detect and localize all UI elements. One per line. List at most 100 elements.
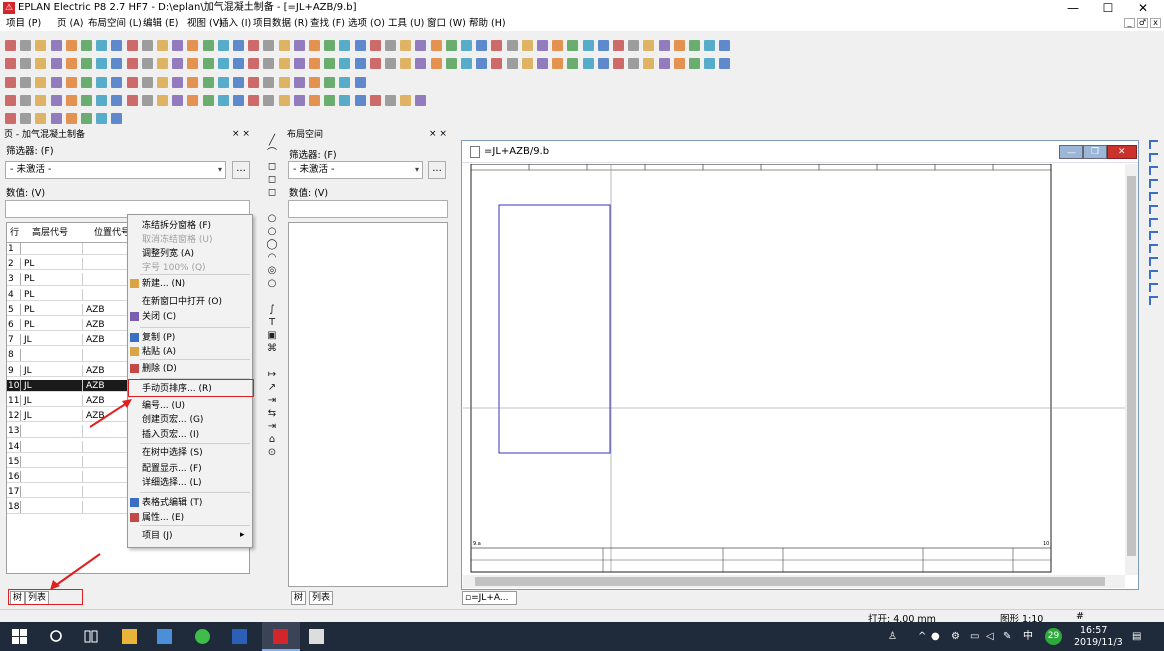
drawing-canvas[interactable]: 9.a 10 bbox=[463, 164, 1125, 575]
minimize-button[interactable]: — bbox=[1058, 0, 1088, 16]
higher-level-cell[interactable] bbox=[22, 471, 83, 483]
connection-symbol-icon[interactable] bbox=[1149, 179, 1158, 188]
toolbar-tool-icon[interactable] bbox=[613, 40, 624, 51]
doc-close-button[interactable]: ✕ bbox=[1107, 145, 1137, 159]
context-menu-item[interactable]: 配置显示... (F) bbox=[142, 463, 202, 475]
toolbar-tool-icon[interactable] bbox=[673, 58, 685, 69]
context-menu-item[interactable]: 删除 (D) bbox=[142, 363, 177, 375]
toolbar-tool-icon[interactable] bbox=[369, 40, 381, 51]
toolbar-tool-icon[interactable] bbox=[111, 113, 123, 124]
connection-symbol-icon[interactable] bbox=[1149, 296, 1158, 305]
insert-tool-icon[interactable]: ╱ bbox=[266, 135, 278, 146]
doc-horizontal-scrollbar[interactable] bbox=[463, 575, 1125, 588]
toolbar-tool-icon[interactable] bbox=[263, 95, 275, 106]
search-icon[interactable] bbox=[49, 629, 64, 644]
toolbar-tool-icon[interactable] bbox=[430, 40, 442, 51]
toolbar-tool-icon[interactable] bbox=[491, 58, 503, 69]
toolbar-tool-icon[interactable] bbox=[689, 40, 700, 51]
toolbar-tool-icon[interactable] bbox=[81, 77, 92, 88]
toolbar-tool-icon[interactable] bbox=[278, 95, 290, 106]
file-explorer-icon[interactable] bbox=[122, 629, 137, 644]
higher-level-cell[interactable] bbox=[22, 243, 83, 255]
toolbar-tool-icon[interactable] bbox=[157, 95, 168, 106]
insert-tool-icon[interactable]: ⊙ bbox=[266, 447, 278, 458]
row-number-cell[interactable]: 15 bbox=[7, 455, 21, 468]
toolbar-tool-icon[interactable] bbox=[187, 40, 199, 51]
toolbar-tool-icon[interactable] bbox=[35, 77, 47, 88]
toolbar-tool-icon[interactable] bbox=[35, 95, 47, 106]
task-view-icon[interactable] bbox=[83, 629, 98, 644]
toolbar-tool-icon[interactable] bbox=[187, 77, 199, 88]
toolbar-tool-icon[interactable] bbox=[385, 95, 396, 106]
battery-icon[interactable]: ▭ bbox=[970, 630, 979, 643]
toolbar-tool-icon[interactable] bbox=[263, 40, 275, 51]
row-number-cell[interactable]: 17 bbox=[7, 486, 21, 498]
toolbar-tool-icon[interactable] bbox=[324, 40, 336, 51]
menu-options[interactable]: 选项 (O) bbox=[348, 17, 385, 30]
toolbar-tool-icon[interactable] bbox=[5, 113, 16, 124]
close-button[interactable]: ✕ bbox=[1128, 0, 1158, 16]
people-icon[interactable]: ♙ bbox=[888, 630, 897, 643]
toolbar-tool-icon[interactable] bbox=[521, 40, 533, 51]
context-menu-item[interactable]: 编号... (U) bbox=[142, 400, 185, 412]
toolbar-tool-icon[interactable] bbox=[217, 77, 229, 88]
toolbar-tool-icon[interactable] bbox=[248, 58, 260, 69]
toolbar-tool-icon[interactable] bbox=[491, 40, 503, 51]
toolbar-tool-icon[interactable] bbox=[309, 40, 320, 51]
menu-layout-space[interactable]: 布局空间 (L) bbox=[88, 17, 142, 30]
toolbar-tool-icon[interactable] bbox=[354, 95, 366, 106]
toolbar-tool-icon[interactable] bbox=[126, 77, 138, 88]
layout-filter-button[interactable]: ... bbox=[428, 161, 446, 179]
toolbar-tool-icon[interactable] bbox=[50, 40, 62, 51]
toolbar-tool-icon[interactable] bbox=[217, 58, 229, 69]
insert-tool-icon[interactable]: ∫ bbox=[266, 304, 278, 315]
insert-tool-icon[interactable]: ◻ bbox=[266, 174, 278, 185]
document-tab[interactable]: ▫=JL+A... bbox=[462, 591, 517, 605]
toolbar-tool-icon[interactable] bbox=[385, 58, 396, 69]
toolbar-tool-icon[interactable] bbox=[5, 58, 16, 69]
toolbar-tool-icon[interactable] bbox=[324, 95, 336, 106]
toolbar-tool-icon[interactable] bbox=[172, 95, 184, 106]
toolbar-tool-icon[interactable] bbox=[537, 58, 548, 69]
toolbar-tool-icon[interactable] bbox=[111, 58, 123, 69]
mdi-restore-button[interactable]: ♂ bbox=[1137, 18, 1148, 28]
toolbar-tool-icon[interactable] bbox=[430, 58, 442, 69]
app-icon[interactable] bbox=[157, 629, 172, 644]
toolbar-tool-icon[interactable] bbox=[111, 40, 123, 51]
context-menu-item[interactable]: 复制 (P) bbox=[142, 332, 175, 344]
toolbar-tool-icon[interactable] bbox=[172, 40, 184, 51]
higher-level-cell[interactable]: PL bbox=[22, 258, 83, 270]
insert-tool-icon[interactable]: ↗ bbox=[266, 382, 278, 393]
toolbar-tool-icon[interactable] bbox=[35, 58, 47, 69]
windows-start-icon[interactable] bbox=[12, 629, 27, 644]
doc-vertical-scrollbar[interactable] bbox=[1125, 164, 1138, 575]
layout-tree-view[interactable] bbox=[288, 222, 448, 587]
toolbar-tool-icon[interactable] bbox=[172, 77, 184, 88]
toolbar-tool-icon[interactable] bbox=[20, 77, 32, 88]
menu-find[interactable]: 查找 (F) bbox=[310, 17, 345, 30]
toolbar-tool-icon[interactable] bbox=[354, 40, 366, 51]
toolbar-tool-icon[interactable] bbox=[81, 58, 92, 69]
insert-tool-icon[interactable]: ◻ bbox=[266, 161, 278, 172]
toolbar-tool-icon[interactable] bbox=[20, 40, 32, 51]
toolbar-tool-icon[interactable] bbox=[552, 40, 564, 51]
row-number-cell[interactable]: 4 bbox=[7, 288, 21, 300]
context-menu-item[interactable]: 粘贴 (A) bbox=[142, 346, 176, 358]
insert-tool-icon[interactable]: ◎ bbox=[266, 265, 278, 276]
context-menu-item[interactable]: 插入页宏... (I) bbox=[142, 429, 199, 441]
toolbar-tool-icon[interactable] bbox=[597, 58, 609, 69]
menu-help[interactable]: 帮助 (H) bbox=[469, 17, 506, 30]
toolbar-tool-icon[interactable] bbox=[81, 95, 92, 106]
toolbar-tool-icon[interactable] bbox=[415, 58, 427, 69]
connection-symbol-icon[interactable] bbox=[1149, 257, 1158, 266]
toolbar-tool-icon[interactable] bbox=[597, 40, 609, 51]
toolbar-tool-icon[interactable] bbox=[278, 40, 290, 51]
connection-symbol-icon[interactable] bbox=[1149, 140, 1158, 149]
insert-tool-icon[interactable]: ◯ bbox=[266, 239, 278, 250]
toolbar-tool-icon[interactable] bbox=[96, 77, 108, 88]
layout-tab-list[interactable]: 列表 bbox=[309, 591, 334, 605]
toolbar-tool-icon[interactable] bbox=[521, 58, 533, 69]
toolbar-tool-icon[interactable] bbox=[582, 58, 594, 69]
insert-tool-icon[interactable]: ◠ bbox=[266, 252, 278, 263]
toolbar-tool-icon[interactable] bbox=[324, 77, 336, 88]
